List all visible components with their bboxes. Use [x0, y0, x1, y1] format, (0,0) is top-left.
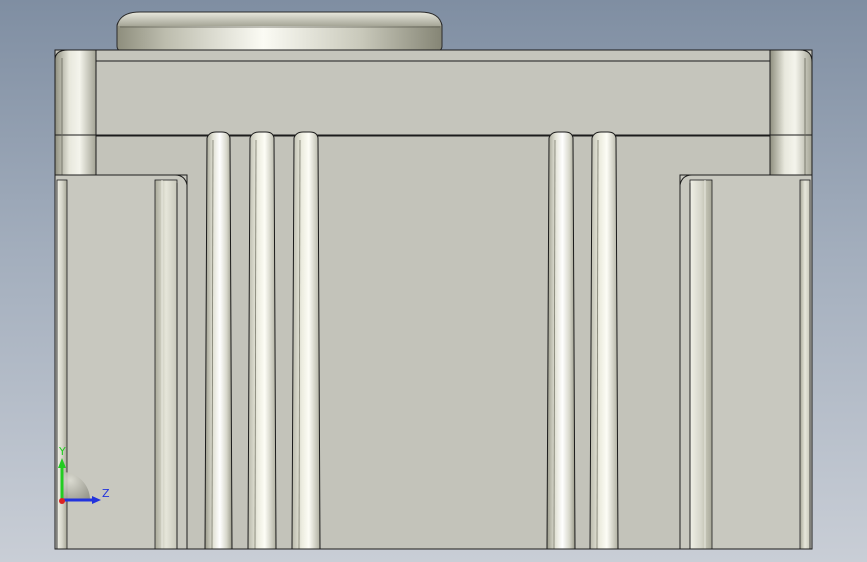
body-upper [54, 49, 813, 137]
3d-viewport[interactable]: Y Z [0, 0, 867, 562]
x-axis-dot-icon [59, 498, 65, 504]
top-cap [116, 11, 443, 53]
rib-group-left [204, 131, 321, 550]
right-corner-post [769, 49, 813, 176]
model-view[interactable]: Y Z [0, 0, 867, 562]
right-slot [679, 174, 813, 550]
y-axis-label: Y [58, 445, 66, 458]
z-axis-label: Z [102, 487, 110, 500]
left-corner-post [54, 49, 97, 176]
